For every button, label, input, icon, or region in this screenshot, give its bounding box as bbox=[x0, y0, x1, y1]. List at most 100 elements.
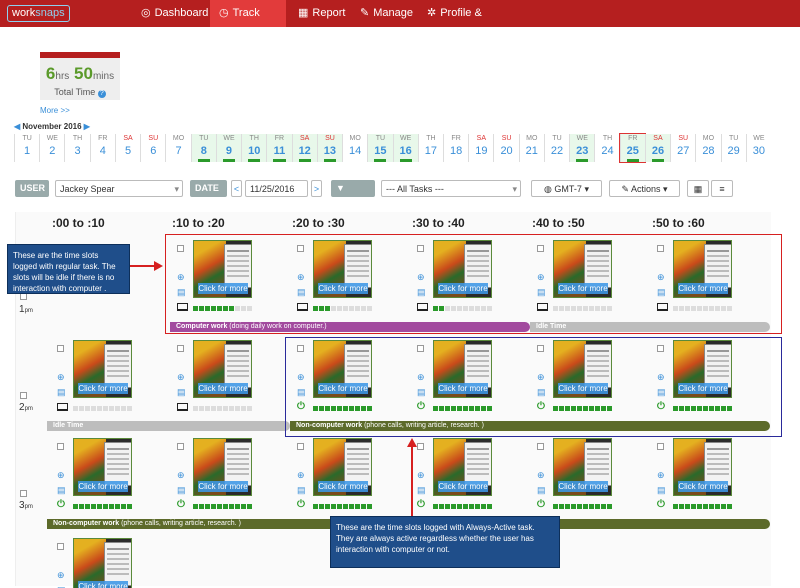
calendar-day-10[interactable]: TH 10 bbox=[241, 134, 267, 162]
calendar-day-21[interactable]: MO 21 bbox=[518, 134, 544, 162]
timeslot[interactable]: ⊕ ▤ Click for more bbox=[57, 340, 132, 415]
screenshot-thumbnail[interactable]: Click for more bbox=[193, 438, 252, 496]
click-for-more[interactable]: Click for more bbox=[438, 481, 488, 492]
slot-checkbox[interactable] bbox=[297, 443, 304, 450]
timeslot[interactable]: ⊕ ▤ Click for more ⏻ bbox=[657, 438, 732, 513]
click-for-more[interactable]: Click for more bbox=[78, 581, 128, 588]
row-checkbox[interactable] bbox=[20, 293, 27, 300]
calendar-day-17[interactable]: TH 17 bbox=[417, 134, 443, 162]
timeslot[interactable]: ⊕ ▤ Click for more ⏻ bbox=[537, 438, 612, 513]
slot-checkbox[interactable] bbox=[657, 443, 664, 450]
zoom-icon[interactable]: ⊕ bbox=[537, 470, 545, 481]
timezone-select[interactable]: ◍ GMT-7 ▾ bbox=[531, 180, 602, 197]
click-for-more[interactable]: Click for more bbox=[318, 481, 368, 492]
calendar-day-29[interactable]: TU 29 bbox=[720, 134, 746, 162]
calendar-day-14[interactable]: MO 14 bbox=[342, 134, 367, 162]
calendar-day-11[interactable]: FR 11 bbox=[266, 134, 292, 162]
calendar-day-4[interactable]: FR 4 bbox=[89, 134, 115, 162]
slot-checkbox[interactable] bbox=[537, 443, 544, 450]
calendar-day-16[interactable]: WE 16 bbox=[392, 134, 418, 162]
document-icon[interactable]: ▤ bbox=[57, 485, 66, 496]
slot-checkbox[interactable] bbox=[57, 543, 64, 550]
worksnaps-logo[interactable]: worksnaps bbox=[7, 5, 70, 22]
calendar-day-30[interactable]: WE 30 bbox=[745, 134, 771, 162]
document-icon[interactable]: ▤ bbox=[417, 485, 426, 496]
calendar-day-13[interactable]: SU 13 bbox=[316, 134, 343, 162]
screenshot-thumbnail[interactable]: Click for more bbox=[433, 438, 492, 496]
prev-month-icon[interactable]: ◀ bbox=[14, 122, 20, 131]
screenshot-thumbnail[interactable]: Click for more bbox=[193, 340, 252, 398]
actions-button[interactable]: ✎ Actions ▾ bbox=[609, 180, 680, 197]
zoom-icon[interactable]: ⊕ bbox=[177, 470, 185, 481]
slot-checkbox[interactable] bbox=[417, 443, 424, 450]
screenshot-thumbnail[interactable]: Click for more bbox=[73, 340, 132, 398]
calendar-day-2[interactable]: WE 2 bbox=[39, 134, 64, 162]
nav-track-time[interactable]: ◷ Track Time bbox=[210, 0, 286, 46]
next-month-icon[interactable]: ▶ bbox=[84, 122, 90, 131]
screenshot-thumbnail[interactable]: Click for more bbox=[313, 438, 372, 496]
zoom-icon[interactable]: ⊕ bbox=[297, 470, 305, 481]
row-checkbox[interactable] bbox=[20, 490, 27, 497]
timeslot[interactable]: ⊕ ▤ Click for more bbox=[177, 340, 252, 415]
document-icon[interactable]: ▤ bbox=[57, 387, 66, 398]
more-link[interactable]: More >> bbox=[40, 106, 70, 115]
list-view-button[interactable]: ≡ bbox=[711, 180, 733, 197]
zoom-icon[interactable]: ⊕ bbox=[657, 470, 665, 481]
next-date-button[interactable]: > bbox=[311, 180, 322, 197]
date-input[interactable]: 11/25/2016 bbox=[245, 180, 308, 197]
slot-checkbox[interactable] bbox=[57, 443, 64, 450]
calendar-day-24[interactable]: TH 24 bbox=[594, 134, 619, 162]
zoom-icon[interactable]: ⊕ bbox=[57, 570, 65, 581]
grid-view-button[interactable]: ▦ bbox=[687, 180, 709, 197]
calendar-day-28[interactable]: MO 28 bbox=[695, 134, 720, 162]
task-select[interactable]: --- All Tasks --- ▾ bbox=[381, 180, 521, 197]
nav-profile-settings[interactable]: ✲ Profile & Settings bbox=[418, 0, 524, 46]
calendar-day-27[interactable]: SU 27 bbox=[670, 134, 695, 162]
calendar-day-1[interactable]: TU 1 bbox=[14, 134, 39, 162]
calendar-day-18[interactable]: FR 18 bbox=[442, 134, 468, 162]
zoom-icon[interactable]: ⊕ bbox=[417, 470, 425, 481]
calendar-day-15[interactable]: TU 15 bbox=[367, 134, 393, 162]
timeslot[interactable]: ⊕ ▤ Click for more ⏻ bbox=[177, 438, 252, 513]
screenshot-thumbnail[interactable]: Click for more bbox=[673, 438, 732, 496]
click-for-more[interactable]: Click for more bbox=[558, 481, 608, 492]
document-icon[interactable]: ▤ bbox=[297, 485, 306, 496]
click-for-more[interactable]: Click for more bbox=[78, 383, 128, 394]
row-checkbox[interactable] bbox=[20, 392, 27, 399]
document-icon[interactable]: ▤ bbox=[537, 485, 546, 496]
user-select[interactable]: Jackey Spear ▾ bbox=[55, 180, 183, 197]
calendar-day-22[interactable]: TU 22 bbox=[543, 134, 569, 162]
slot-checkbox[interactable] bbox=[57, 345, 64, 352]
document-icon[interactable]: ▤ bbox=[657, 485, 666, 496]
calendar-day-6[interactable]: SU 6 bbox=[140, 134, 165, 162]
info-icon[interactable]: ? bbox=[97, 90, 106, 98]
calendar-day-25[interactable]: FR 25 bbox=[618, 133, 646, 163]
nav-dashboard[interactable]: ◎ Dashboard bbox=[132, 0, 208, 27]
zoom-icon[interactable]: ⊕ bbox=[177, 372, 185, 383]
screenshot-thumbnail[interactable]: Click for more bbox=[73, 538, 132, 588]
nav-manage[interactable]: ✎ Manage bbox=[351, 0, 413, 27]
timeslot[interactable]: ⊕ ▤ Click for more ⏻ bbox=[417, 438, 492, 513]
timeslot[interactable]: ⊕ ▤ Click for more ⏻ bbox=[297, 438, 372, 513]
calendar-day-7[interactable]: MO 7 bbox=[165, 134, 190, 162]
calendar-day-20[interactable]: SU 20 bbox=[493, 134, 518, 162]
prev-date-button[interactable]: < bbox=[231, 180, 242, 197]
calendar-day-3[interactable]: TH 3 bbox=[64, 134, 89, 162]
calendar-day-23[interactable]: WE 23 bbox=[569, 134, 595, 162]
timeslot[interactable]: ⊕ ▤ Click for more ⏻ bbox=[57, 438, 132, 513]
calendar-day-8[interactable]: TU 8 bbox=[190, 134, 216, 162]
calendar-day-9[interactable]: WE 9 bbox=[215, 134, 242, 162]
zoom-icon[interactable]: ⊕ bbox=[57, 372, 65, 383]
task-bar-idle[interactable]: Idle Time bbox=[47, 421, 290, 431]
screenshot-thumbnail[interactable]: Click for more bbox=[73, 438, 132, 496]
calendar-day-19[interactable]: SA 19 bbox=[468, 134, 493, 162]
calendar-day-5[interactable]: SA 5 bbox=[114, 134, 140, 162]
click-for-more[interactable]: Click for more bbox=[78, 481, 128, 492]
zoom-icon[interactable]: ⊕ bbox=[57, 470, 65, 481]
slot-checkbox[interactable] bbox=[177, 443, 184, 450]
click-for-more[interactable]: Click for more bbox=[678, 481, 728, 492]
click-for-more[interactable]: Click for more bbox=[198, 481, 248, 492]
click-for-more[interactable]: Click for more bbox=[198, 383, 248, 394]
nav-report[interactable]: ▦ Report bbox=[289, 0, 345, 27]
screenshot-thumbnail[interactable]: Click for more bbox=[553, 438, 612, 496]
